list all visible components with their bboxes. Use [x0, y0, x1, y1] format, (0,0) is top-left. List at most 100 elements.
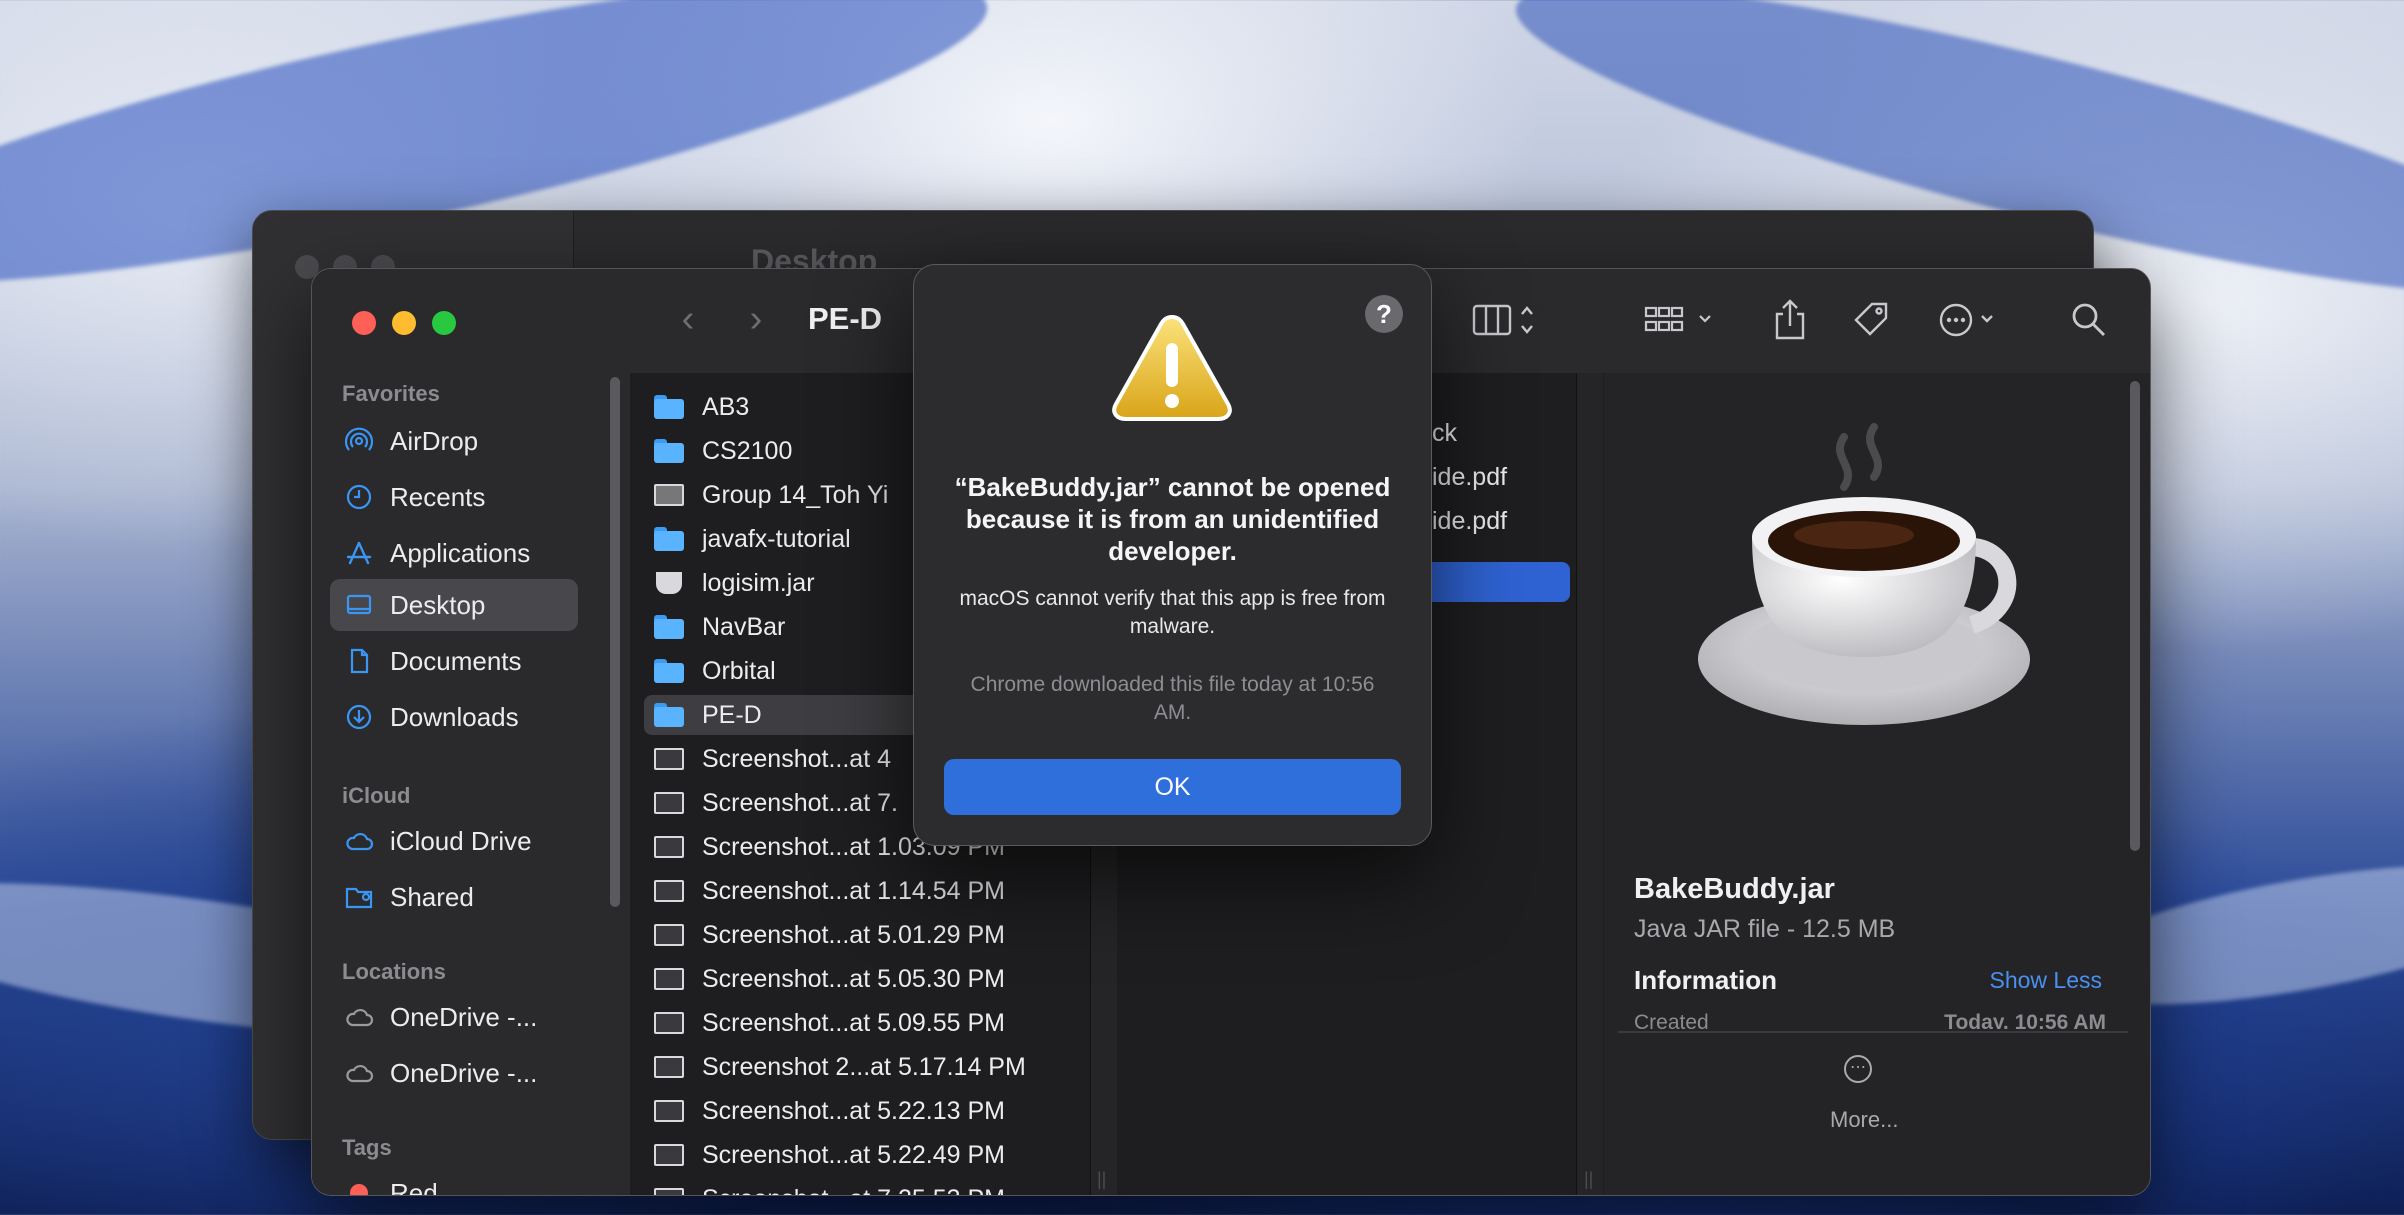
- cloud-icon: [344, 1058, 374, 1088]
- file-row[interactable]: Screenshot 2...at 5.17.14 PM: [644, 1047, 1064, 1087]
- sidebar: Favorites AirDrop Recents Applications D…: [312, 269, 631, 1195]
- tag-icon[interactable]: [1852, 295, 1892, 345]
- preview-file-name: BakeBuddy.jar: [1634, 873, 1835, 905]
- column-resize-handle-icon[interactable]: ||: [1097, 1169, 1106, 1190]
- created-value: Today, 10:56 AM: [1944, 1011, 2106, 1029]
- folder-icon: [652, 613, 686, 641]
- file-name: Screenshot...at 5.05.30 PM: [702, 964, 1005, 993]
- file-name: Screenshot...at 4: [702, 744, 892, 773]
- minimize-button[interactable]: [392, 311, 416, 335]
- file-row[interactable]: Screenshot...at 5.01.29 PM: [644, 915, 1064, 955]
- column-view-icon[interactable]: [1472, 295, 1536, 345]
- search-icon[interactable]: [2070, 295, 2108, 345]
- column-resize-handle-icon[interactable]: ||: [1584, 1169, 1593, 1190]
- ellipsis-circle-icon[interactable]: ⋯: [1844, 1055, 1872, 1083]
- file-name: javafx-tutorial: [702, 524, 851, 553]
- shared-folder-icon: [344, 882, 374, 912]
- file-row[interactable]: Screenshot...at 5.22.13 PM: [644, 1091, 1064, 1131]
- icloud-header: iCloud: [342, 783, 411, 808]
- screenshot-file-icon: [652, 965, 686, 993]
- created-row: Created Today, 10:56 AM: [1634, 1011, 2114, 1029]
- screenshot-file-icon: [652, 789, 686, 817]
- file-name: PE-D: [702, 700, 762, 729]
- sidebar-item-recents[interactable]: Recents: [330, 471, 578, 523]
- more-actions-icon[interactable]: [1938, 295, 2002, 345]
- coffee-cup-icon: [1694, 397, 2034, 757]
- screenshot-file-icon: [652, 1053, 686, 1081]
- warning-icon: [1112, 314, 1232, 421]
- information-heading: Information: [1634, 965, 1777, 995]
- list-item[interactable]: ide.pdf: [1432, 463, 1507, 492]
- file-name: Screenshot 2...at 5.17.14 PM: [702, 1052, 1026, 1081]
- file-row[interactable]: Screenshot...at 7.25.53 PM: [644, 1179, 1064, 1196]
- more-button[interactable]: More...: [1830, 1107, 1898, 1133]
- airdrop-icon: [344, 426, 374, 456]
- security-alert-dialog: ? “BakeBuddy.jar” cannot be opened becau…: [913, 264, 1432, 846]
- preview-file-kind: Java JAR file - 12.5 MB: [1634, 915, 1896, 943]
- document-icon: [344, 646, 374, 676]
- file-name: Screenshot...at 5.22.49 PM: [702, 1140, 1005, 1169]
- sidebar-item-airdrop[interactable]: AirDrop: [330, 415, 578, 467]
- file-name: AB3: [702, 392, 750, 421]
- close-button[interactable]: [352, 311, 376, 335]
- selected-row-highlight[interactable]: [1432, 562, 1570, 602]
- show-less-link[interactable]: Show Less: [1989, 967, 2102, 994]
- sidebar-item-tag-red[interactable]: Red: [330, 1167, 578, 1195]
- locations-header: Locations: [342, 959, 446, 984]
- screenshot-file-icon: [652, 1141, 686, 1169]
- sidebar-item-documents[interactable]: Documents: [330, 635, 578, 687]
- column-divider[interactable]: [1577, 373, 1603, 1195]
- file-name: Screenshot...at 5.01.29 PM: [702, 920, 1005, 949]
- file-name: CS2100: [702, 436, 793, 465]
- sidebar-item-onedrive-2[interactable]: OneDrive -...: [330, 1047, 578, 1099]
- screenshot-file-icon: [652, 1185, 686, 1195]
- file-name: Screenshot...at 5.09.55 PM: [702, 1008, 1005, 1037]
- list-item[interactable]: ide.pdf: [1432, 507, 1507, 536]
- favorites-header: Favorites: [342, 381, 440, 406]
- folder-icon: [652, 393, 686, 421]
- file-name: NavBar: [702, 612, 786, 641]
- file-name: Screenshot...at 1.14.54 PM: [702, 876, 1005, 905]
- applications-icon: [344, 538, 374, 568]
- sidebar-item-onedrive-1[interactable]: OneDrive -...: [330, 991, 578, 1043]
- back-button[interactable]: ‹: [668, 299, 708, 339]
- file-name: Group 14_Toh Yi: [702, 480, 889, 509]
- screenshot-file-icon: [652, 1097, 686, 1125]
- screenshot-file-icon: [652, 745, 686, 773]
- sidebar-item-icloud-drive[interactable]: iCloud Drive: [330, 815, 578, 867]
- red-tag-dot-icon: [344, 1178, 374, 1195]
- preview-scrollbar[interactable]: [2130, 381, 2140, 851]
- file-name: Orbital: [702, 656, 776, 685]
- sidebar-item-applications[interactable]: Applications: [330, 527, 578, 579]
- tags-header: Tags: [342, 1135, 392, 1160]
- sidebar-item-desktop[interactable]: Desktop: [330, 579, 578, 631]
- file-name: logisim.jar: [702, 568, 815, 597]
- zoom-button[interactable]: [432, 311, 456, 335]
- folder-icon: [652, 701, 686, 729]
- screenshot-file-icon: [652, 877, 686, 905]
- cloud-icon: [344, 826, 374, 856]
- window-title: PE-D: [808, 301, 883, 336]
- ok-button[interactable]: OK: [944, 759, 1401, 815]
- sidebar-item-shared[interactable]: Shared: [330, 871, 578, 923]
- desktop-icon: [344, 590, 374, 620]
- forward-button[interactable]: ›: [736, 299, 776, 339]
- sidebar-scrollbar[interactable]: [610, 377, 620, 907]
- divider: [1618, 1031, 2128, 1033]
- file-row[interactable]: Screenshot...at 5.05.30 PM: [644, 959, 1064, 999]
- list-item[interactable]: ck: [1432, 419, 1457, 448]
- file-row[interactable]: Screenshot...at 1.14.54 PM: [644, 871, 1064, 911]
- group-by-icon[interactable]: [1644, 295, 1718, 345]
- window-controls: [352, 311, 456, 335]
- screenshot-file-icon: [652, 921, 686, 949]
- share-icon[interactable]: [1772, 295, 1808, 345]
- folder-icon: [652, 657, 686, 685]
- file-row[interactable]: Screenshot...at 5.22.49 PM: [644, 1135, 1064, 1175]
- folder-icon: [652, 437, 686, 465]
- file-row[interactable]: Screenshot...at 5.09.55 PM: [644, 1003, 1064, 1043]
- created-label: Created: [1634, 1011, 1709, 1029]
- sidebar-item-downloads[interactable]: Downloads: [330, 691, 578, 743]
- help-button[interactable]: ?: [1365, 295, 1403, 333]
- file-name: Screenshot...at 7.25.53 PM: [702, 1185, 1005, 1196]
- dialog-title: “BakeBuddy.jar” cannot be opened because…: [954, 472, 1391, 566]
